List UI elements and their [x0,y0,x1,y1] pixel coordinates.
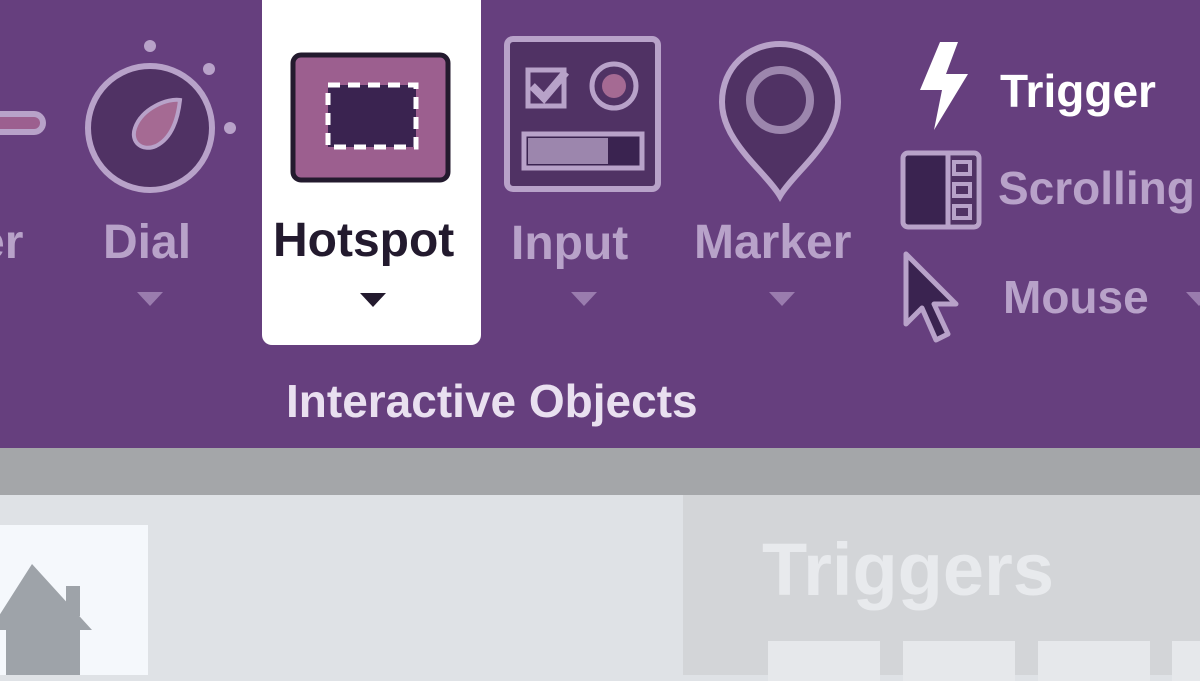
trigger-tile[interactable] [903,641,1015,681]
triggers-panel-title: Triggers [762,528,1054,611]
scrolling-label: Scrolling [998,162,1195,214]
marker-icon [718,40,842,202]
ribbon-item-partial-label: er [0,216,24,269]
input-label: Input [511,217,629,270]
hotspot-dropdown-caret[interactable] [360,293,386,307]
marker-dropdown-caret[interactable] [769,292,795,306]
dial-icon [85,40,236,193]
mouse-dropdown-caret[interactable] [1186,292,1200,306]
input-icon [504,36,661,192]
trigger-tile[interactable] [1038,641,1150,681]
slider-icon [0,111,46,135]
mouse-label: Mouse [1003,271,1149,323]
input-dropdown-caret[interactable] [571,292,597,306]
hotspot-icon [290,52,451,183]
marker-label: Marker [694,216,852,269]
home-icon[interactable] [0,560,96,675]
mouse-cursor-icon [903,251,959,343]
lightning-icon [920,42,968,130]
dial-dropdown-caret[interactable] [137,292,163,306]
trigger-label: Trigger [1000,65,1156,117]
dial-label: Dial [103,216,192,269]
trigger-tile[interactable] [768,641,880,681]
trigger-tile[interactable] [1172,641,1200,681]
ribbon-group-title: Interactive Objects [286,375,698,427]
ribbon-divider-strip [0,448,1200,495]
scrolling-panel-icon [900,150,982,230]
hotspot-label: Hotspot [273,214,455,267]
